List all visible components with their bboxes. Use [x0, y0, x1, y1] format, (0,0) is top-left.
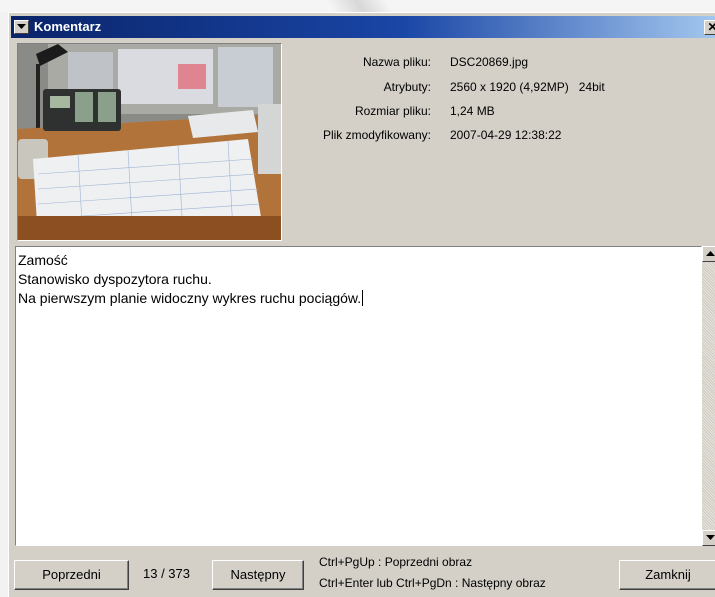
file-size-value: 1,24 MB	[450, 104, 495, 118]
modified-label: Plik zmodyfikowany:	[322, 128, 431, 142]
previous-button[interactable]: Poprzedni	[14, 560, 129, 590]
file-size-label: Rozmiar pliku:	[354, 104, 431, 118]
chevron-down-icon	[17, 24, 26, 29]
next-button[interactable]: Następny	[212, 560, 304, 590]
file-name-label: Nazwa pliku:	[362, 55, 431, 69]
hint-previous: Ctrl+PgUp : Poprzedni obraz	[319, 555, 473, 569]
close-window-button[interactable]: ✕	[704, 20, 715, 35]
window-title: Komentarz	[34, 19, 102, 34]
comment-line: Na pierwszym planie widoczny wykres ruch…	[18, 290, 364, 306]
comment-scrollbar[interactable]	[702, 246, 715, 546]
photo-image	[18, 44, 281, 241]
comment-dialog: Komentarz ✕ Nazwa pliku: DSC20869.jpg At…	[8, 12, 715, 597]
file-name-value: DSC20869.jpg	[450, 55, 529, 69]
modified-value: 2007-04-29 12:38:22	[450, 128, 562, 142]
comment-textarea[interactable]: Zamość Stanowisko dyspozytora ruchu. Na …	[15, 246, 702, 546]
scroll-down-button[interactable]	[702, 530, 715, 546]
arrow-down-icon	[706, 535, 715, 540]
title-bar[interactable]: Komentarz ✕	[11, 16, 715, 38]
photo-thumbnail	[17, 43, 282, 241]
scroll-up-button[interactable]	[702, 246, 715, 262]
close-button[interactable]: Zamknij	[619, 560, 715, 590]
attributes-label: Atrybuty:	[383, 80, 431, 94]
attributes-value: 2560 x 1920 (4,92MP) 24bit	[450, 80, 605, 94]
arrow-up-icon	[706, 251, 715, 256]
hint-next: Ctrl+Enter lub Ctrl+PgDn : Następny obra…	[319, 576, 546, 590]
comment-line: Zamość	[18, 252, 68, 268]
image-counter: 13 / 373	[143, 566, 190, 581]
comment-line: Stanowisko dyspozytora ruchu.	[18, 271, 212, 287]
desktop-background	[0, 0, 715, 12]
system-menu-button[interactable]	[14, 20, 29, 34]
text-caret	[362, 290, 364, 306]
close-icon: ✕	[707, 20, 715, 34]
